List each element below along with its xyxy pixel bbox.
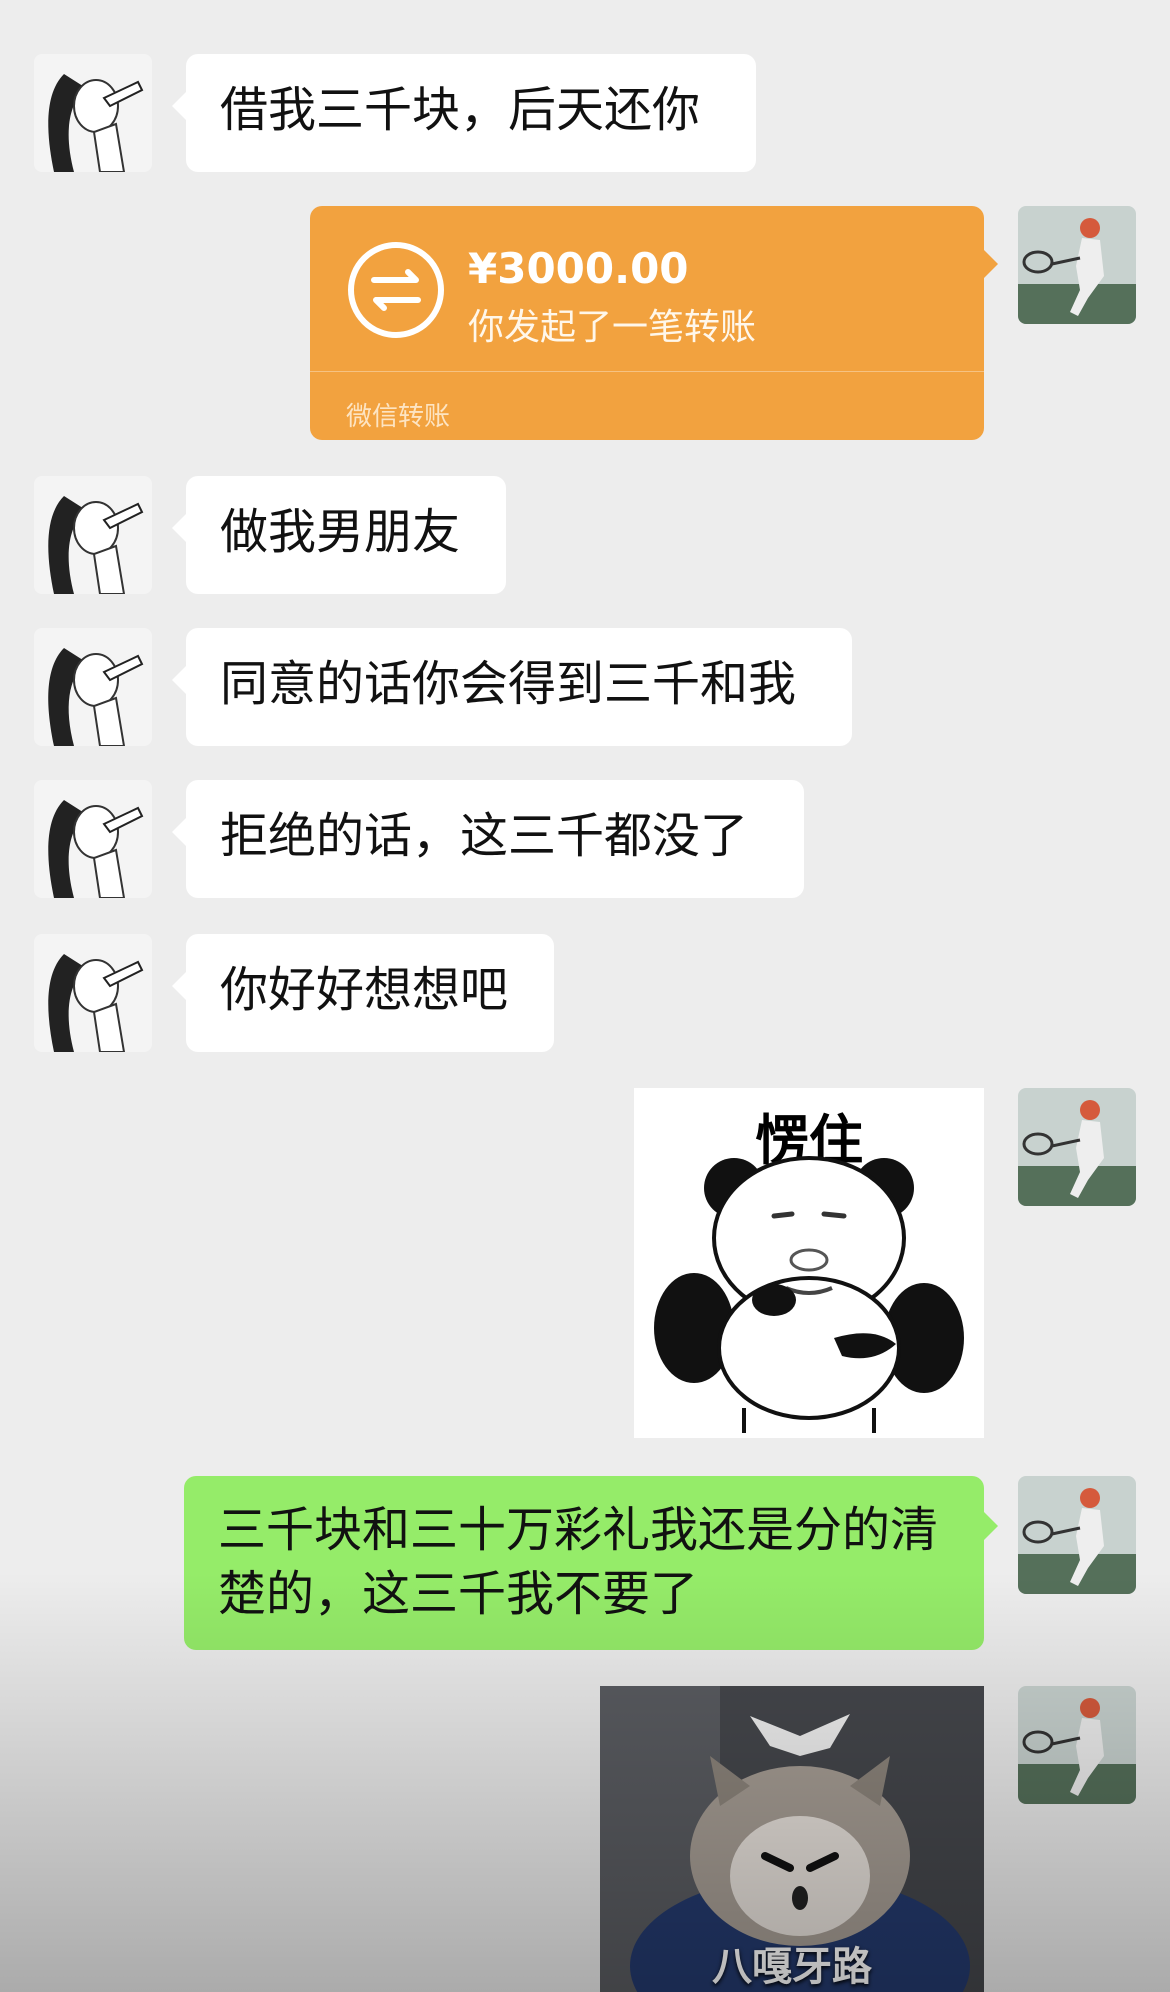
my-avatar[interactable]	[1018, 1088, 1136, 1206]
contact-avatar[interactable]	[34, 934, 152, 1052]
message-text: 借我三千块，后天还你	[220, 82, 701, 138]
message-text: 做我男朋友	[220, 504, 461, 560]
my-avatar[interactable]	[1018, 1686, 1136, 1804]
contact-avatar[interactable]	[34, 54, 152, 172]
contact-avatar[interactable]	[34, 476, 152, 594]
transfer-divider	[310, 371, 984, 372]
message-text: 同意的话你会得到三千和我	[220, 656, 797, 712]
message-text: 三千块和三十万彩礼我还是分的清楚的，这三千我不要了	[218, 1502, 939, 1622]
sent-message[interactable]: 三千块和三十万彩礼我还是分的清楚的，这三千我不要了	[184, 1476, 998, 1650]
transfer-card[interactable]: ¥3000.00 你发起了一笔转账 微信转账	[310, 206, 998, 440]
transfer-amount: ¥3000.00	[468, 244, 689, 293]
my-avatar[interactable]	[1018, 1476, 1136, 1594]
transfer-arrows-icon	[348, 242, 444, 338]
received-message[interactable]: 你好好想想吧	[172, 934, 554, 1052]
contact-avatar[interactable]	[34, 780, 152, 898]
message-text: 拒绝的话，这三千都没了	[220, 808, 749, 864]
received-message[interactable]: 做我男朋友	[172, 476, 506, 594]
contact-avatar[interactable]	[34, 628, 152, 746]
transfer-description: 你发起了一笔转账	[468, 307, 757, 348]
panda-sticker[interactable]: 愣住	[634, 1088, 984, 1438]
received-message[interactable]: 拒绝的话，这三千都没了	[172, 780, 804, 898]
received-message[interactable]: 同意的话你会得到三千和我	[172, 628, 852, 746]
message-text: 你好好想想吧	[220, 962, 509, 1018]
cat-sticker[interactable]: 八嘎牙路	[600, 1686, 984, 1992]
transfer-footer: 微信转账	[346, 402, 451, 432]
my-avatar[interactable]	[1018, 206, 1136, 324]
sticker-caption: 八嘎牙路	[712, 1944, 872, 1990]
received-message[interactable]: 借我三千块，后天还你	[172, 54, 756, 172]
panda-illustration	[654, 1156, 964, 1433]
